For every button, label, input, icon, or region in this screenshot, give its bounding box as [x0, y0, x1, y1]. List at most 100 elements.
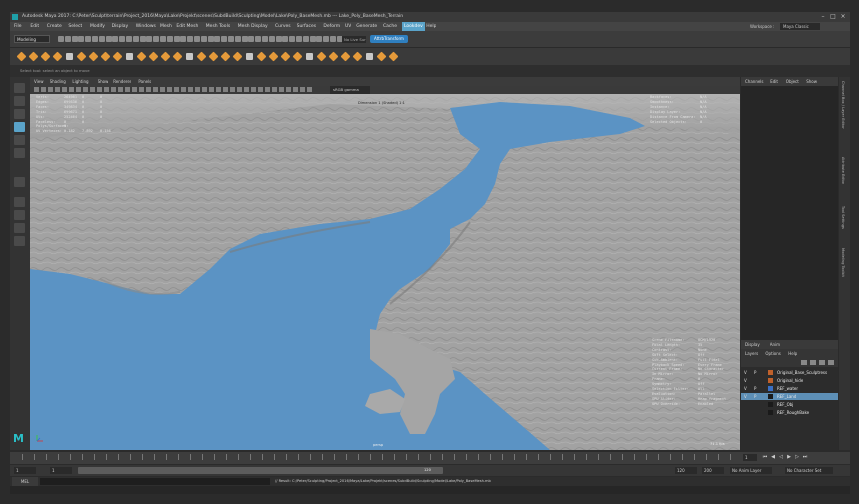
- shelf-tool-icon[interactable]: [40, 51, 51, 62]
- viewport-tool-icon[interactable]: [153, 87, 158, 92]
- layer-tab-display[interactable]: Display: [745, 340, 760, 349]
- minimize-icon[interactable]: –: [818, 13, 828, 20]
- command-input[interactable]: [40, 478, 270, 485]
- status-tool-icon[interactable]: [323, 36, 330, 42]
- status-tool-icon[interactable]: [296, 36, 302, 42]
- status-tool-icon[interactable]: [228, 36, 234, 42]
- viewport-tool-icon[interactable]: [230, 87, 235, 92]
- status-tool-icon[interactable]: [78, 36, 85, 42]
- viewport-menu-show[interactable]: Show: [98, 77, 109, 86]
- layer-row[interactable]: V Original_hide: [741, 377, 838, 384]
- shelf-tool-icon[interactable]: [268, 51, 279, 62]
- status-tool-icon[interactable]: [302, 36, 309, 42]
- shelf-tool-icon[interactable]: [246, 53, 253, 60]
- play-back-icon[interactable]: ◁: [778, 454, 784, 461]
- status-tool-icon[interactable]: [330, 36, 336, 42]
- channel-menu-show[interactable]: Show: [806, 77, 817, 86]
- status-tool-icon[interactable]: [200, 36, 207, 42]
- shelf-tool-icon[interactable]: [148, 51, 159, 62]
- status-tool-icon[interactable]: [132, 36, 139, 42]
- viewport-tool-icon[interactable]: [55, 87, 60, 92]
- shelf-tool-icon[interactable]: [100, 51, 111, 62]
- viewport-tool-icon[interactable]: [41, 87, 46, 92]
- status-tool-icon[interactable]: [139, 36, 146, 42]
- play-forward-icon[interactable]: ▶: [786, 454, 792, 461]
- layer-row[interactable]: V P REF_Land: [741, 393, 838, 400]
- shelf-tool-icon[interactable]: [366, 53, 373, 60]
- layer-color-swatch[interactable]: [768, 370, 773, 375]
- go-to-start-icon[interactable]: ⏮: [762, 454, 768, 461]
- shelf-tool-icon[interactable]: [126, 53, 133, 60]
- viewport-tool-icon[interactable]: [125, 87, 130, 92]
- move-layer-down-icon[interactable]: [810, 360, 816, 365]
- status-tool-icon[interactable]: [153, 36, 160, 42]
- status-tool-icon[interactable]: [126, 36, 132, 42]
- go-to-end-icon[interactable]: ⏭: [802, 454, 808, 461]
- viewport-menu-panels[interactable]: Panels: [138, 77, 151, 86]
- layer-color-swatch[interactable]: [768, 402, 773, 407]
- time-slider[interactable]: 1 ⏮ ◀ ◁ ▶ ▷ ⏭: [10, 452, 850, 464]
- shelf-tool-icon[interactable]: [306, 53, 313, 60]
- character-set-select[interactable]: No Character Set: [785, 467, 833, 474]
- status-tool-icon[interactable]: [85, 36, 92, 42]
- side-tab[interactable]: Attribute Editor: [841, 157, 845, 185]
- shelf-tool-icon[interactable]: [220, 51, 231, 62]
- rotate-tool-icon[interactable]: [14, 135, 25, 145]
- shelf-tool-icon[interactable]: [340, 51, 351, 62]
- layer-menu-layers[interactable]: Layers: [745, 349, 758, 358]
- layer-name[interactable]: REF_Land: [777, 393, 796, 400]
- playback-end-field[interactable]: 120: [675, 467, 697, 474]
- status-tool-icon[interactable]: [58, 36, 64, 42]
- status-tool-icon[interactable]: [262, 36, 268, 42]
- layer-visibility-toggle[interactable]: V: [744, 386, 747, 391]
- menu-curves[interactable]: Curves: [275, 22, 291, 31]
- viewport-tool-icon[interactable]: [188, 87, 193, 92]
- viewport-tool-icon[interactable]: [167, 87, 172, 92]
- status-tool-icon[interactable]: [241, 36, 248, 42]
- status-tool-icon[interactable]: [214, 36, 221, 42]
- menu-uv[interactable]: UV: [345, 22, 351, 31]
- menu-surfaces[interactable]: Surfaces: [297, 22, 317, 31]
- shelf-tool-icon[interactable]: [16, 51, 27, 62]
- menu-windows[interactable]: Windows: [136, 22, 156, 31]
- layer-visibility-toggle[interactable]: V: [744, 370, 747, 375]
- status-tool-icon[interactable]: [221, 36, 228, 42]
- viewport-tool-icon[interactable]: [139, 87, 144, 92]
- viewport-tool-icon[interactable]: [265, 87, 270, 92]
- side-tab[interactable]: Channel Box / Layer Editor: [841, 81, 845, 129]
- anim-start-field[interactable]: 1: [14, 467, 36, 474]
- status-tool-icon[interactable]: [119, 36, 126, 42]
- status-tool-icon[interactable]: [316, 36, 323, 42]
- shelf-tool-icon[interactable]: [186, 53, 193, 60]
- layout-side-icon[interactable]: [14, 223, 25, 233]
- layer-row[interactable]: V P Original_Base_Sculptress: [741, 369, 838, 376]
- viewport-tool-icon[interactable]: [202, 87, 207, 92]
- layer-playback-toggle[interactable]: P: [754, 370, 756, 375]
- status-tool-icon[interactable]: [92, 36, 98, 42]
- shelf-tool-icon[interactable]: [172, 51, 183, 62]
- shelf-tool-icon[interactable]: [232, 51, 243, 62]
- viewport-tool-icon[interactable]: [307, 87, 312, 92]
- status-tool-icon[interactable]: [255, 36, 262, 42]
- viewport-tool-icon[interactable]: [132, 87, 137, 92]
- viewport-menu-lighting[interactable]: Lighting: [72, 77, 88, 86]
- shelf-tool-icon[interactable]: [136, 51, 147, 62]
- select-tool-icon[interactable]: [14, 83, 25, 93]
- layer-visibility-toggle[interactable]: V: [744, 394, 747, 399]
- layer-playback-toggle[interactable]: P: [754, 386, 756, 391]
- 3d-viewport[interactable]: Verts: 264981 0 0 Edges: 699536 0 0 Faces: 349834…: [30, 94, 740, 450]
- shelf-tool-icon[interactable]: [160, 51, 171, 62]
- layer-name[interactable]: REF_Obj: [777, 401, 793, 408]
- viewport-tool-icon[interactable]: [97, 87, 102, 92]
- viewport-tool-icon[interactable]: [286, 87, 291, 92]
- menu-display[interactable]: Display: [112, 22, 129, 31]
- shelf-tool-icon[interactable]: [52, 51, 63, 62]
- viewport-tool-icon[interactable]: [209, 87, 214, 92]
- status-tool-icon[interactable]: [98, 36, 105, 42]
- status-tool-icon[interactable]: [234, 36, 241, 42]
- menu-mesh-display[interactable]: Mesh Display: [238, 22, 268, 31]
- current-frame-field[interactable]: 1: [743, 454, 757, 461]
- status-tool-icon[interactable]: [64, 36, 71, 42]
- layer-menu-options[interactable]: Options: [765, 349, 780, 358]
- viewport-tool-icon[interactable]: [111, 87, 116, 92]
